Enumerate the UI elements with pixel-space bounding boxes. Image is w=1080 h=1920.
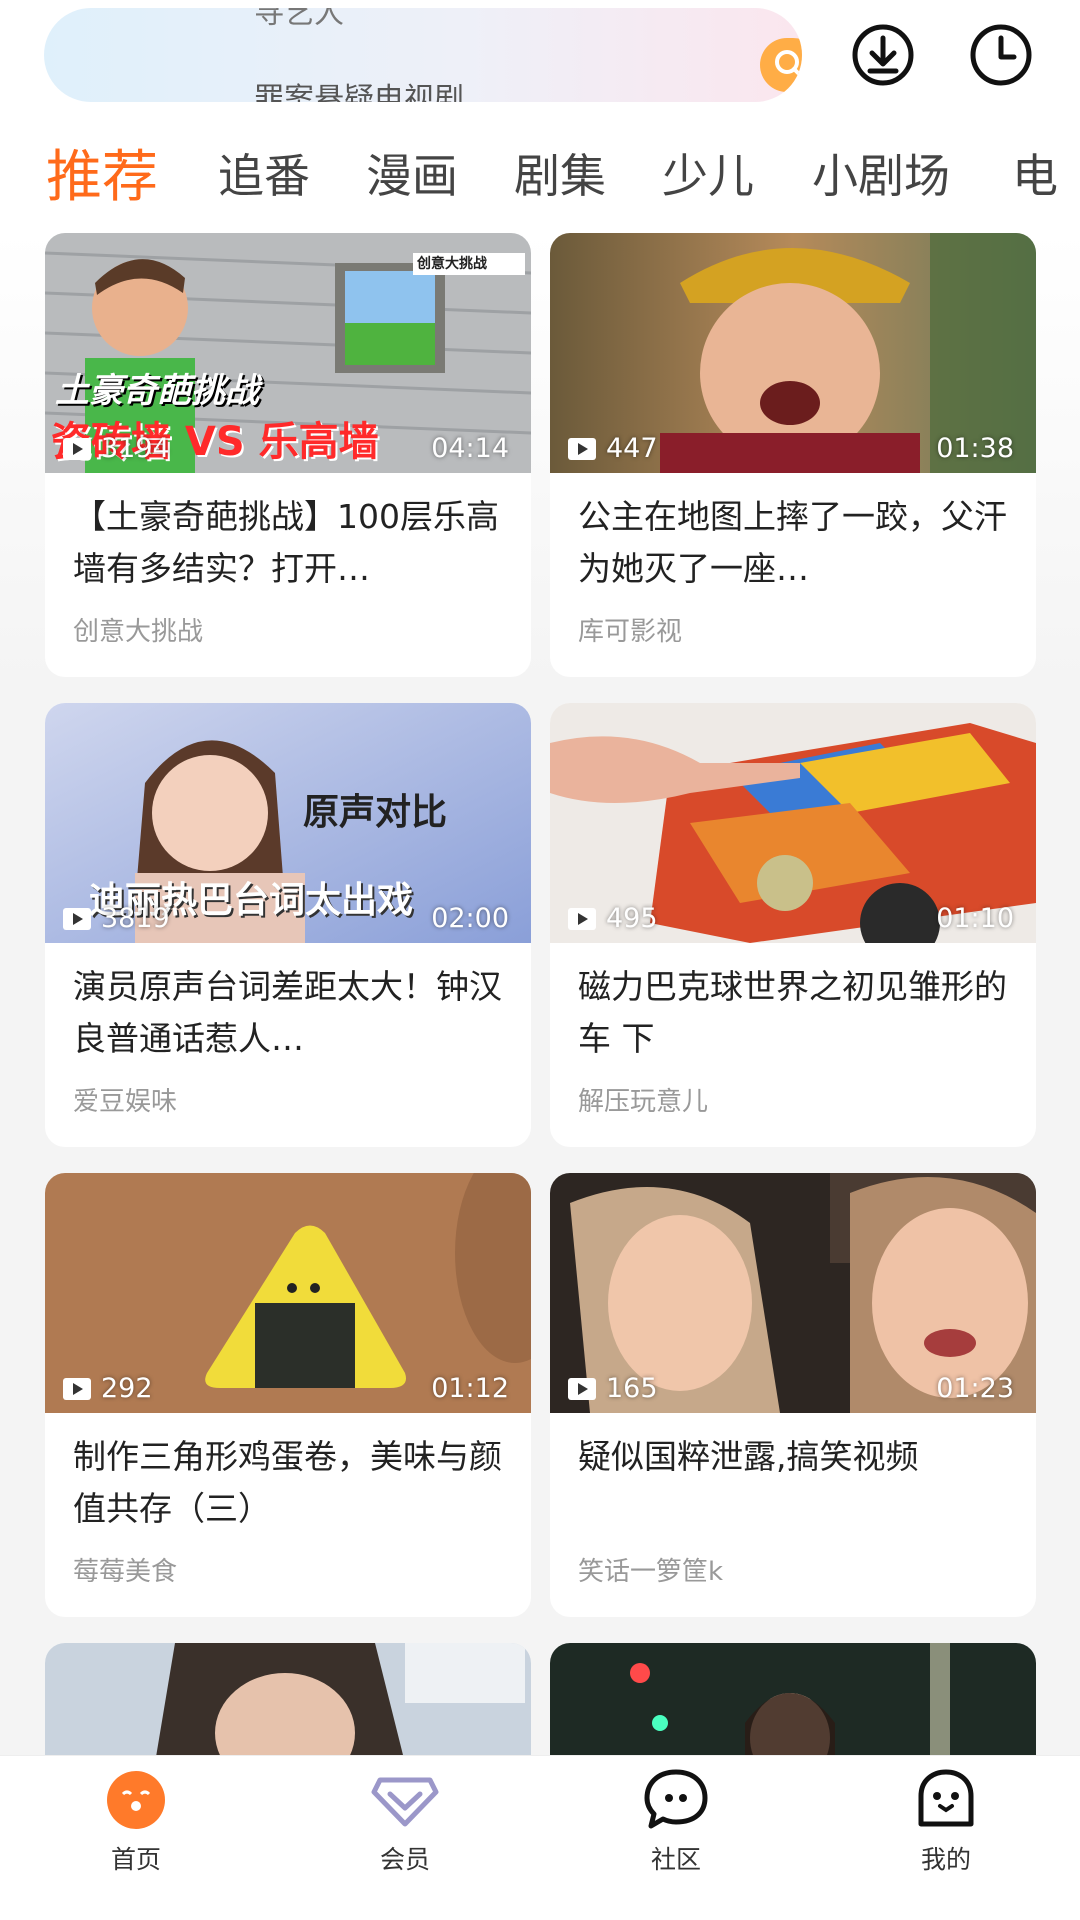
nav-home[interactable]: 首页 <box>66 1766 206 1876</box>
search-bar[interactable]: 寻艺人 罪案悬疑电视剧 <box>44 8 802 102</box>
video-card[interactable]: 原声对比 迪丽热巴台词太出戏 3819 02:00 演员原声台词差距太大！钟汉良… <box>45 703 531 1147</box>
video-title[interactable]: 【土豪奇葩挑战】100层乐高墙有多结实？打开… <box>73 491 513 595</box>
play-count-icon <box>63 1377 91 1400</box>
video-thumbnail: 447 01:38 <box>550 233 1036 473</box>
category-tabs: 推荐 追番 漫画 剧集 少儿 小剧场 电 <box>0 120 1080 230</box>
play-count-icon <box>568 907 596 930</box>
community-chat-icon <box>644 1769 708 1829</box>
video-author[interactable]: 创意大挑战 <box>73 611 203 648</box>
history-clock-icon[interactable] <box>968 22 1034 88</box>
video-title[interactable]: 演员原声台词差距太大！钟汉良普通话惹人… <box>73 961 513 1065</box>
download-icon[interactable] <box>850 22 916 88</box>
tab-series[interactable]: 剧集 <box>514 140 606 206</box>
play-count-icon <box>568 437 596 460</box>
play-count: 3194 <box>63 433 170 464</box>
video-author[interactable]: 爱豆娱味 <box>73 1081 177 1118</box>
nav-vip-label: 会员 <box>379 1845 430 1874</box>
video-author[interactable]: 莓莓美食 <box>73 1551 177 1588</box>
video-duration: 02:00 <box>431 903 509 934</box>
nav-vip[interactable]: 会员 <box>335 1766 475 1876</box>
tab-more[interactable]: 电 <box>1012 140 1058 206</box>
video-thumbnail: 原声对比 迪丽热巴台词太出戏 3819 02:00 <box>45 703 531 943</box>
video-thumbnail: 创意大挑战 土豪奇葩挑战 瓷砖墙 VS 乐高墙 3194 04:14 <box>45 233 531 473</box>
video-thumbnail <box>45 1643 531 1763</box>
video-title[interactable]: 制作三角形鸡蛋卷，美味与颜值共存（三） <box>73 1431 513 1535</box>
play-count: 165 <box>568 1373 658 1404</box>
video-card[interactable]: 创意大挑战 土豪奇葩挑战 瓷砖墙 VS 乐高墙 3194 04:14 【土豪奇葩… <box>45 233 531 677</box>
profile-ghost-icon <box>918 1769 974 1827</box>
video-card-partial[interactable] <box>45 1643 531 1763</box>
search-button[interactable] <box>760 38 802 92</box>
tab-comics[interactable]: 漫画 <box>366 140 458 206</box>
top-bar: 寻艺人 罪案悬疑电视剧 <box>0 0 1080 120</box>
video-author[interactable]: 库可影视 <box>578 611 682 648</box>
play-count: 495 <box>568 903 658 934</box>
video-thumbnail: 165 01:23 <box>550 1173 1036 1413</box>
video-card[interactable]: 495 01:10 磁力巴克球世界之初见雏形的车 下 解压玩意儿 <box>550 703 1036 1147</box>
play-count-icon <box>63 907 91 930</box>
video-author[interactable]: 笑话一箩筐k <box>578 1551 723 1588</box>
tab-anime[interactable]: 追番 <box>218 140 310 206</box>
home-face-icon <box>107 1771 165 1829</box>
tab-short-drama[interactable]: 小剧场 <box>812 140 950 206</box>
nav-profile[interactable]: 我的 <box>876 1766 1016 1876</box>
vip-diamond-icon <box>371 1777 439 1827</box>
thumbnail-caption: 土豪奇葩挑战 <box>55 371 259 411</box>
play-count-icon <box>63 437 91 460</box>
video-title[interactable]: 疑似国粹泄露,搞笑视频 <box>578 1431 1018 1535</box>
play-count: 292 <box>63 1373 153 1404</box>
play-count-icon <box>568 1377 596 1400</box>
play-count: 3819 <box>63 903 170 934</box>
video-thumbnail: 292 01:12 <box>45 1173 531 1413</box>
search-hint-previous: 寻艺人 <box>254 8 344 31</box>
nav-community-label: 社区 <box>650 1845 701 1874</box>
video-duration: 01:38 <box>936 433 1014 464</box>
video-title[interactable]: 公主在地图上摔了一跤，父汗为她灭了一座… <box>578 491 1018 595</box>
video-card[interactable]: 447 01:38 公主在地图上摔了一跤，父汗为她灭了一座… 库可影视 <box>550 233 1036 677</box>
video-card[interactable]: 292 01:12 制作三角形鸡蛋卷，美味与颜值共存（三） 莓莓美食 <box>45 1173 531 1617</box>
thumbnail-caption: 原声对比 <box>303 791 448 833</box>
video-duration: 01:12 <box>431 1373 509 1404</box>
video-title[interactable]: 磁力巴克球世界之初见雏形的车 下 <box>578 961 1018 1065</box>
tab-kids[interactable]: 少儿 <box>662 140 754 206</box>
tab-recommend[interactable]: 推荐 <box>46 132 158 213</box>
video-duration: 01:23 <box>936 1373 1014 1404</box>
video-thumbnail <box>550 1643 1036 1763</box>
thumbnail-tag: 创意大挑战 <box>417 256 487 272</box>
video-duration: 04:14 <box>431 433 509 464</box>
search-icon <box>775 50 802 80</box>
video-card[interactable]: 165 01:23 疑似国粹泄露,搞笑视频 笑话一箩筐k <box>550 1173 1036 1617</box>
nav-home-label: 首页 <box>110 1845 161 1874</box>
video-thumbnail: 495 01:10 <box>550 703 1036 943</box>
play-count: 447 <box>568 433 658 464</box>
video-duration: 01:10 <box>936 903 1014 934</box>
video-card-partial[interactable] <box>550 1643 1036 1763</box>
video-author[interactable]: 解压玩意儿 <box>578 1081 708 1118</box>
nav-profile-label: 我的 <box>920 1845 971 1874</box>
nav-community[interactable]: 社区 <box>606 1766 746 1876</box>
search-hint: 罪案悬疑电视剧 <box>254 82 464 102</box>
bottom-navigation: 首页 会员 社区 我的 <box>0 1755 1080 1920</box>
